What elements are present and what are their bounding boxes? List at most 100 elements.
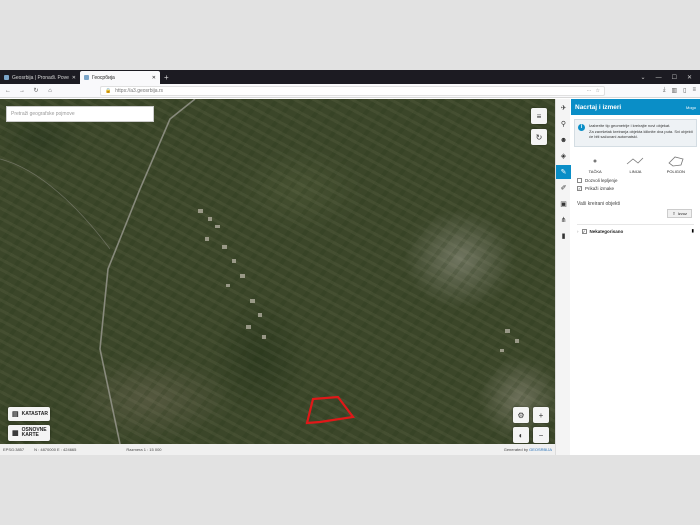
info-box: i Izaberite tip geometrije i kreirajte n… <box>574 119 697 147</box>
tab-title: Геосрбија <box>92 74 115 81</box>
layer-row[interactable]: › ✓ Nekategorisano ▮ <box>577 224 694 234</box>
point-label: TAČKA <box>588 169 602 174</box>
credit-link[interactable]: GEOSRBIJA <box>529 447 552 452</box>
zoom-out-button[interactable]: − <box>533 427 549 443</box>
address-bar[interactable]: 🔒 https://a3.geosrbija.rs ··· ☆ <box>100 85 605 96</box>
polygon-label: POLIGON <box>666 169 685 174</box>
export-icon: ⇪ <box>672 211 676 216</box>
tab-geosrbija-cyrillic[interactable]: Геосрбија ✕ <box>80 71 160 84</box>
crs-select[interactable]: EPSG:3857 <box>3 447 24 452</box>
more-icon[interactable]: ··· <box>587 88 592 94</box>
map-overlay <box>0 99 519 444</box>
reload-icon[interactable]: ↻ <box>32 87 40 94</box>
panel-title: Nacrtaj i izmeri <box>575 103 622 111</box>
person-icon[interactable]: ☻ <box>556 133 571 147</box>
drawn-polygon[interactable] <box>305 395 355 425</box>
toolbar-right: ⤓ ▥ ▯ ≡ <box>663 87 696 94</box>
line-tool[interactable]: LINIJA <box>625 155 645 174</box>
expand-arrow-icon[interactable]: › <box>577 229 579 234</box>
point-tool[interactable]: TAČKA <box>585 155 605 174</box>
section-title: Vaši kreirani objekti <box>577 201 620 207</box>
zoom-in-button[interactable]: + <box>533 407 549 423</box>
bookmark-star-icon[interactable]: ☆ <box>596 88 600 94</box>
tab-geosrbija[interactable]: Geosrbija | Pronađi. Povedi. Pr... ✕ <box>0 71 80 84</box>
settings-button[interactable]: ⚙ <box>513 407 529 423</box>
snap-checkbox-row[interactable]: Dozvoli lepljenje <box>577 178 694 183</box>
map-layer-icon: ▤ <box>12 411 19 418</box>
line-icon <box>627 157 644 165</box>
sidebar-icon[interactable]: ▯ <box>683 87 686 94</box>
show-measurements-checkbox[interactable]: ✓ <box>577 186 582 191</box>
road-line <box>99 99 196 444</box>
download-icon[interactable]: ⤓ <box>663 87 666 94</box>
road-line <box>0 158 111 250</box>
point-icon <box>593 159 597 163</box>
panel-header: Nacrtaj i izmeri Mogo <box>571 99 700 115</box>
lock-icon: 🔒 <box>105 87 112 94</box>
show-measurements-label: Prikaži izmake <box>585 186 615 191</box>
osnovne-karte-label: OSNOVNE KARTE <box>21 427 47 438</box>
location-icon[interactable]: ⚲ <box>556 117 571 131</box>
katastar-label: KATASTAR <box>21 411 49 417</box>
briefcase-icon[interactable]: ▣ <box>556 197 571 211</box>
window-controls: ⌄ — ☐ ✕ <box>641 71 700 84</box>
coordinates-readout: N : 4870000 E : 424665 <box>34 447 77 452</box>
layers-icon[interactable]: ◈ <box>556 149 571 163</box>
browser-window: Geosrbija | Pronađi. Povedi. Pr... ✕ Гео… <box>0 70 700 455</box>
more-link[interactable]: Mogo <box>686 105 696 110</box>
tab-title: Geosrbija | Pronađi. Povedi. Pr... <box>12 74 69 81</box>
share-icon[interactable]: ⋔ <box>556 213 571 227</box>
katastar-button[interactable]: ▤ KATASTAR <box>8 407 50 421</box>
settlement-cluster <box>198 209 519 352</box>
contrast-button[interactable]: ◐ <box>513 427 529 443</box>
basemap-icon: ▦ <box>12 429 19 437</box>
refresh-button[interactable]: ↻ <box>531 129 547 145</box>
close-tab-icon[interactable]: ✕ <box>152 75 156 81</box>
show-measurements-row[interactable]: ✓ Prikaži izmake <box>577 186 694 191</box>
line-label: LINIJA <box>629 169 642 174</box>
export-row: ⇪ Izvoz <box>577 209 692 218</box>
menu-icon[interactable]: ≡ <box>692 87 696 94</box>
nav-bar: ← → ↻ ⌂ 🔒 https://a3.geosrbija.rs ··· ☆ … <box>0 84 700 98</box>
osnovne-karte-button[interactable]: ▦ OSNOVNE KARTE <box>8 425 50 441</box>
favicon-icon <box>4 75 9 80</box>
library-icon[interactable]: ▥ <box>672 87 678 94</box>
pencil-icon[interactable]: ✎ <box>556 165 571 179</box>
tab-bar: Geosrbija | Pronađi. Povedi. Pr... ✕ Гео… <box>0 70 700 84</box>
close-tab-icon[interactable]: ✕ <box>72 75 76 81</box>
layer-name: Nekategorisano <box>589 228 624 234</box>
satellite-map[interactable]: Pretraži geografske pojmove ≡ ↻ ▤ KATAST… <box>0 99 555 444</box>
credit-prefix: Generated by <box>503 447 528 452</box>
brush-icon[interactable]: ✐ <box>556 181 571 195</box>
pin-icon[interactable]: ✈ <box>556 101 571 115</box>
credit-text: Generated by GEOSRBIJA <box>504 447 552 452</box>
info-icon: i <box>578 124 585 131</box>
draw-measure-panel: Nacrtaj i izmeri Mogo i Izaberite tip ge… <box>571 99 700 455</box>
info-line-2: Za završetak kreiranja objekta kliknite … <box>589 128 693 140</box>
snap-label: Dozvoli lepljenje <box>585 178 618 183</box>
tab-list-icon[interactable]: ⌄ <box>641 74 646 81</box>
url-text: https://a3.geosrbija.rs <box>115 87 164 94</box>
trash-icon[interactable]: ▮ <box>556 229 571 243</box>
layer-checkbox[interactable]: ✓ <box>581 228 587 234</box>
map-search-input[interactable]: Pretraži geografske pojmove <box>6 106 154 122</box>
map-status-bar: EPSG:3857 N : 4870000 E : 424665 Razmera… <box>0 444 555 455</box>
layer-visibility[interactable]: ✓ <box>581 228 587 234</box>
close-window-icon[interactable]: ✕ <box>687 74 692 81</box>
trash-icon[interactable]: ▮ <box>692 228 694 234</box>
map-menu-button[interactable]: ≡ <box>531 108 547 124</box>
back-icon[interactable]: ← <box>4 88 12 94</box>
scale-select[interactable]: Razmera 1 : 15 000 <box>126 447 161 452</box>
forward-icon[interactable]: → <box>18 88 26 94</box>
tool-rail: ✈ ⚲ ☻ ◈ ✎ ✐ ▣ ⋔ ▮ <box>555 99 571 455</box>
snap-checkbox[interactable] <box>577 178 582 183</box>
maximize-icon[interactable]: ☐ <box>672 74 677 81</box>
new-tab-button[interactable]: + <box>160 71 173 84</box>
minimize-icon[interactable]: — <box>656 75 662 81</box>
home-icon[interactable]: ⌂ <box>46 88 54 94</box>
polygon-tool[interactable]: POLIGON <box>666 155 686 174</box>
favicon-icon <box>84 75 89 80</box>
export-label: Izvoz <box>677 211 687 216</box>
export-button[interactable]: ⇪ Izvoz <box>667 209 692 218</box>
geometry-type-selector: TAČKA LINIJA POLIGON <box>575 155 696 174</box>
